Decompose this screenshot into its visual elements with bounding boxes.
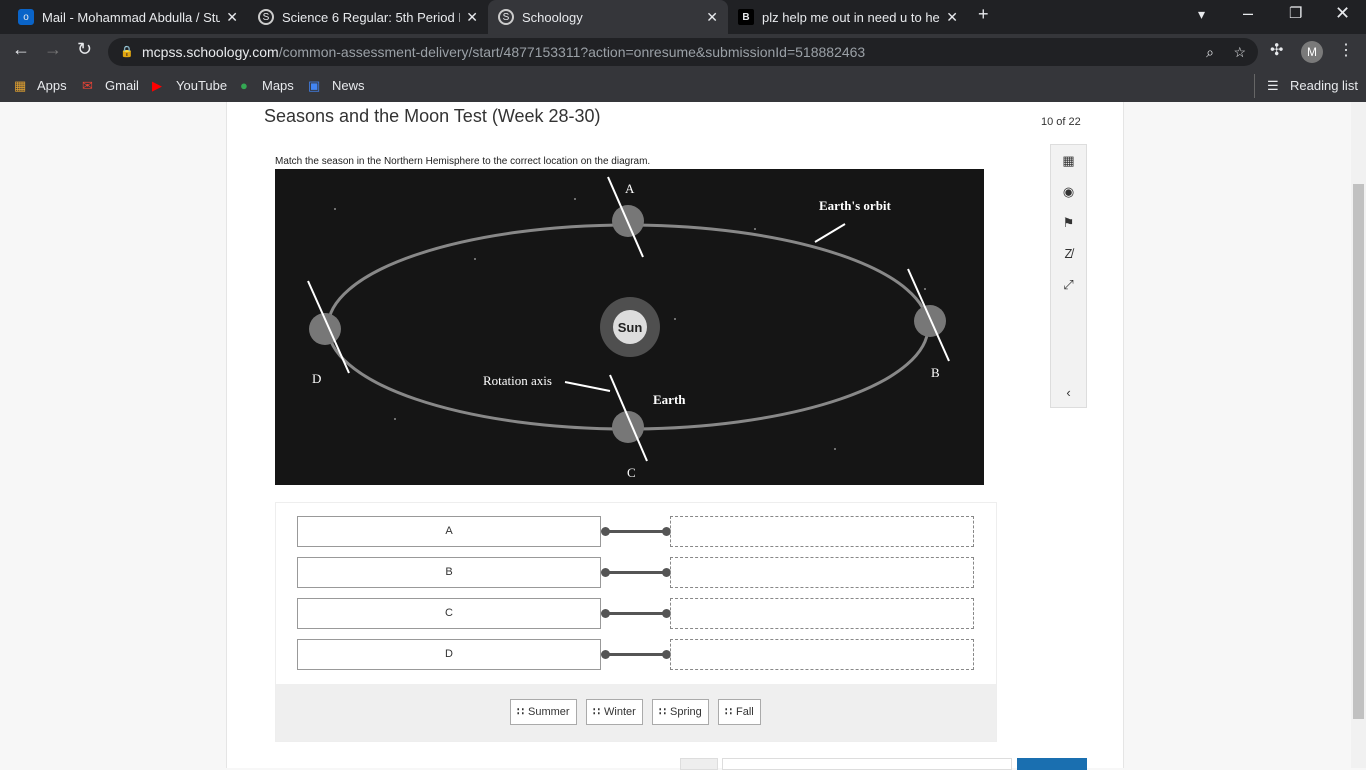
option-spring[interactable]: ∷ Spring	[652, 699, 709, 725]
answer-bank: ∷ Summer ∷ Winter ∷ Spring ∷ Fall	[276, 684, 996, 741]
back-icon[interactable]: ←	[12, 39, 30, 60]
close-icon[interactable]: ✕	[706, 9, 718, 26]
gmail-icon: ✉	[82, 78, 93, 93]
bookmark-gmail[interactable]: Gmail	[105, 78, 139, 93]
bookmark-maps[interactable]: Maps	[262, 78, 294, 93]
tab-bar: o Mail - Mohammad Abdulla / Stud ✕ S Scienc…	[0, 0, 1366, 34]
brainly-icon: B	[738, 9, 754, 25]
svg-text:D: D	[312, 371, 321, 386]
maps-icon: ●	[240, 78, 248, 93]
flag-icon[interactable]: ⚑	[1051, 207, 1086, 238]
option-fall[interactable]: ∷ Fall	[718, 699, 761, 725]
accessibility-icon[interactable]: ◉	[1051, 176, 1086, 207]
extensions-icon[interactable]: ✣	[1270, 40, 1283, 60]
forward-icon[interactable]: →	[44, 39, 62, 60]
seasons-diagram: Sun Earth's orbit Rotation axis Earth A …	[275, 169, 984, 485]
drop-zone-c[interactable]	[670, 598, 974, 629]
tab-science[interactable]: S Science 6 Regular: 5th Period Ms. ✕	[248, 0, 488, 34]
svg-text:C: C	[627, 465, 636, 480]
question-prompt: Match the season in the Northern Hemisph…	[275, 156, 651, 167]
test-page: Seasons and the Moon Test (Week 28-30) 1…	[226, 102, 1124, 770]
match-row-b: B	[297, 557, 974, 588]
page-title: Seasons and the Moon Test (Week 28-30)	[264, 106, 601, 126]
bookmarks-bar: ▦ Apps ✉ Gmail ▶ YouTube ● Maps ▣ News ☰ Readi…	[0, 70, 1366, 102]
fullscreen-icon[interactable]: ⤢	[1051, 269, 1086, 300]
close-icon[interactable]: ✕	[946, 9, 958, 26]
divider	[1254, 74, 1255, 98]
scrollbar-thumb[interactable]	[1353, 184, 1364, 719]
tab-search-icon[interactable]: ▾	[1198, 6, 1205, 23]
zoom-icon[interactable]: ⌕	[1206, 38, 1214, 66]
drag-handle-icon: ∷	[517, 706, 524, 718]
bookmark-youtube[interactable]: YouTube	[176, 78, 227, 93]
option-winter[interactable]: ∷ Winter	[586, 699, 643, 725]
match-row-c: C	[297, 598, 974, 629]
svg-text:Rotation axis: Rotation axis	[483, 373, 552, 388]
drag-handle-icon: ∷	[593, 706, 600, 718]
scrollbar[interactable]	[1351, 102, 1366, 768]
schoology-icon: S	[498, 9, 514, 25]
tools-panel: ▦ ◉ ⚑ Z̸ ⤢ ‹	[1050, 144, 1087, 408]
drag-handle-icon: ∷	[725, 706, 732, 718]
tab-mail[interactable]: o Mail - Mohammad Abdulla / Stud ✕	[8, 0, 248, 34]
close-icon[interactable]: ✕	[466, 9, 478, 26]
bookmark-apps[interactable]: Apps	[37, 78, 67, 93]
pagination-pages[interactable]	[722, 758, 1012, 770]
drop-zone-b[interactable]	[670, 557, 974, 588]
collapse-icon[interactable]: ‹	[1051, 377, 1086, 408]
eliminate-icon[interactable]: Z̸	[1051, 238, 1086, 269]
minimize-button[interactable]: –	[1243, 3, 1253, 24]
bookmark-news[interactable]: News	[332, 78, 365, 93]
close-window-button[interactable]: ✕	[1335, 3, 1350, 24]
lock-icon: 🔒	[120, 46, 134, 58]
reload-icon[interactable]: ↻	[77, 39, 92, 60]
tab-schoology[interactable]: S Schoology ✕	[488, 0, 728, 34]
svg-text:B: B	[931, 365, 940, 380]
calculator-icon[interactable]: ▦	[1051, 145, 1086, 176]
news-icon: ▣	[308, 78, 321, 93]
reading-list-icon: ☰	[1267, 78, 1279, 93]
svg-text:Earth: Earth	[653, 392, 686, 407]
matching-area: A B C D ∷ Summer ∷ Winter ∷ Spring ∷ Fall	[275, 502, 997, 742]
apps-icon: ▦	[14, 78, 27, 93]
svg-text:Earth's orbit: Earth's orbit	[819, 198, 892, 213]
avatar[interactable]: M	[1301, 41, 1323, 63]
reading-list-button[interactable]: Reading list	[1290, 78, 1358, 93]
pagination-prev[interactable]	[680, 758, 718, 770]
question-counter: 10 of 22	[1041, 116, 1081, 128]
svg-text:A: A	[625, 181, 635, 196]
youtube-icon: ▶	[152, 78, 162, 93]
menu-icon[interactable]: ⋮	[1338, 40, 1354, 60]
restore-button[interactable]: ❐	[1289, 4, 1302, 22]
new-tab-button[interactable]: +	[978, 4, 989, 25]
drop-zone-d[interactable]	[670, 639, 974, 670]
option-summer[interactable]: ∷ Summer	[510, 699, 577, 725]
toolbar: ← → ↻ 🔒 mcpss.schoology.com/common-assess…	[0, 34, 1366, 70]
outlook-icon: o	[18, 9, 34, 25]
drop-zone-a[interactable]	[670, 516, 974, 547]
tab-brainly[interactable]: Bplz help me out in need u to help ✕	[728, 0, 968, 34]
next-button[interactable]	[1017, 758, 1087, 770]
star-icon[interactable]: ☆	[1233, 38, 1246, 66]
schoology-icon: S	[258, 9, 274, 25]
close-icon[interactable]: ✕	[226, 9, 238, 26]
match-row-d: D	[297, 639, 974, 670]
drag-handle-icon: ∷	[659, 706, 666, 718]
address-bar[interactable]: 🔒 mcpss.schoology.com/common-assessment-d…	[108, 38, 1258, 66]
match-row-a: A	[297, 516, 974, 547]
svg-text:Sun: Sun	[618, 320, 643, 335]
